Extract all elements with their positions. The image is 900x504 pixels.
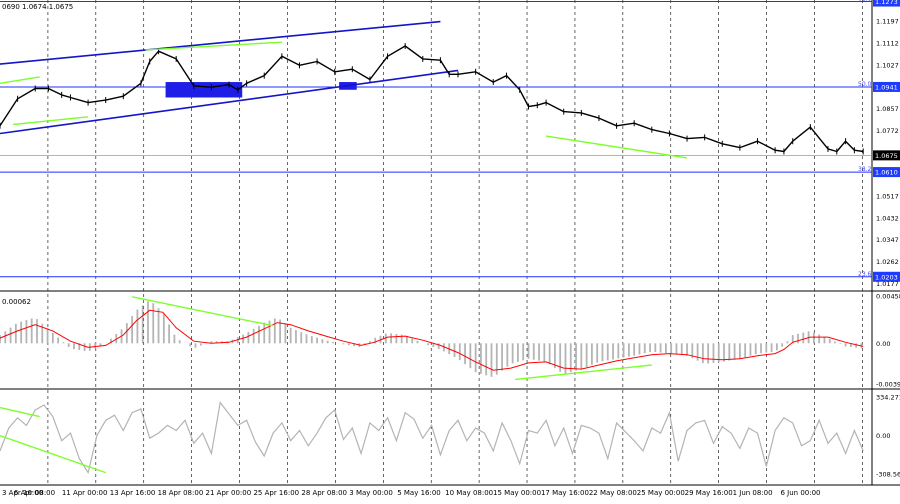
oscillator-axis-tick: -308.568 xyxy=(876,471,900,479)
time-axis-label: 22 May 08:00 xyxy=(589,489,637,497)
current-price-label: 1.0675 xyxy=(875,152,898,160)
price-axis-tick: 1.1027 xyxy=(876,61,899,69)
fib-level-percent: 38.2 xyxy=(858,166,872,173)
time-axis-label: 25 Apr 16:00 xyxy=(253,489,299,497)
time-axis-label: 1 Jun 08:00 xyxy=(733,489,773,497)
price-axis-tick: 1.0772 xyxy=(876,127,899,135)
time-axis-label: 6 Apr 08:00 xyxy=(14,489,55,497)
fib-price-label: 1.0941 xyxy=(875,83,898,91)
fib-level-percent: 23.6 xyxy=(858,271,872,278)
oscillator-axis-tick: 334.2711 xyxy=(876,394,900,402)
fib-price-label: 1.0610 xyxy=(875,169,898,177)
supply-zone[interactable] xyxy=(165,82,243,98)
time-axis-label: 13 Apr 16:00 xyxy=(110,489,156,497)
time-axis-label: 29 May 16:00 xyxy=(685,489,733,497)
time-axis-label: 10 May 08:00 xyxy=(445,489,493,497)
time-axis[interactable]: 3 Apr 16:006 Apr 08:00 11 Apr 00:00 13 Apr… xyxy=(2,489,821,497)
time-axis-label: 3 May 00:00 xyxy=(349,489,393,497)
price-axis-tick: 1.0517 xyxy=(876,193,899,201)
time-axis-label: 28 Apr 08:00 xyxy=(301,489,347,497)
oscillator-axis-tick: 0.00 xyxy=(876,432,890,440)
price-axis-tick: 1.0432 xyxy=(876,214,899,222)
time-axis-label: 6 Jun 00:00 xyxy=(781,489,821,497)
time-axis-label: 11 Apr 00:00 xyxy=(62,489,108,497)
fib-price-label: 1.0203 xyxy=(875,273,898,281)
chart-canvas[interactable]: 0690 1.0674 1.0675 61.8 50.0 38.2 23.6 0.00… xyxy=(0,0,900,500)
price-axis-tick: 1.0857 xyxy=(876,105,899,113)
histogram-value-label: 0.00062 xyxy=(2,298,31,306)
trading-chart[interactable]: 0690 1.0674 1.0675 61.8 50.0 38.2 23.6 0.00… xyxy=(0,0,900,500)
time-axis-label: 5 May 16:00 xyxy=(397,489,441,497)
time-axis-label: 25 May 00:00 xyxy=(637,489,685,497)
histogram-axis-tick: 0.00458 xyxy=(876,293,900,301)
fib-level-percent: 50.0 xyxy=(858,81,872,88)
price-axis-tick: 1.1112 xyxy=(876,39,899,47)
histogram-axis-tick: -0.00394 xyxy=(876,381,900,389)
time-axis-label: 17 May 16:00 xyxy=(541,489,589,497)
time-axis-label: 15 May 00:00 xyxy=(493,489,541,497)
fib-price-label: 1.1273 xyxy=(875,0,898,6)
price-axis-tick: 1.1197 xyxy=(876,18,899,26)
price-axis-tick: 1.0347 xyxy=(876,236,899,244)
price-axis-tick: 1.0262 xyxy=(876,258,899,266)
fib-level-percent: 61.8 xyxy=(858,0,872,3)
time-axis-label: 18 Apr 08:00 xyxy=(158,489,204,497)
histogram-axis-tick: 0.00 xyxy=(876,340,890,348)
time-axis-label: 21 Apr 00:00 xyxy=(206,489,252,497)
symbol-header: 0690 1.0674 1.0675 xyxy=(2,3,73,11)
